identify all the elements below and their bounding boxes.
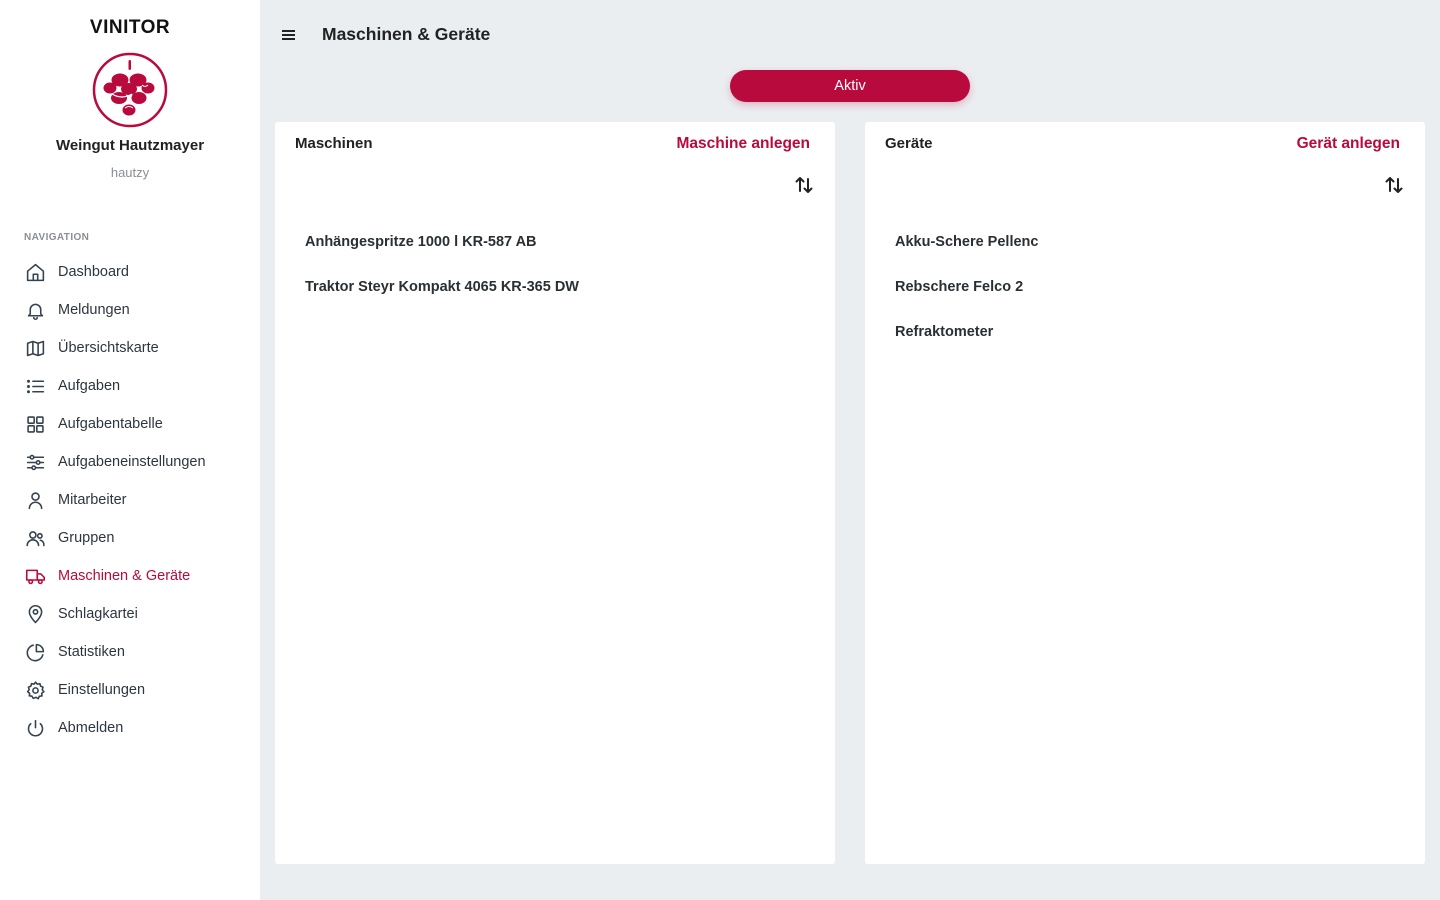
map-pin-icon [24, 603, 46, 625]
page-title: Maschinen & Geräte [322, 24, 491, 44]
nav-heading: NAVIGATION [24, 232, 90, 243]
sidebar-item-maschinen-geraete[interactable]: Maschinen & Geräte [0, 557, 260, 595]
sidebar-item-aufgaben[interactable]: Aufgaben [0, 367, 260, 405]
sidebar-nav: Dashboard Meldungen Übersichtskarte Aufg… [0, 253, 260, 747]
machine-list-item[interactable]: Anhängespritze 1000 l KR-587 AB [305, 230, 579, 275]
sidebar-item-label: Maschinen & Geräte [58, 568, 191, 584]
sidebar-item-label: Statistiken [58, 644, 125, 660]
truck-icon [24, 565, 46, 587]
user-icon [24, 489, 46, 511]
machines-card: Maschinen Maschine anlegen Anhängespritz… [275, 122, 835, 864]
devices-card: Geräte Gerät anlegen Akku-Schere Pellenc… [865, 122, 1425, 864]
sidebar-item-schlagkartei[interactable]: Schlagkartei [0, 595, 260, 633]
sidebar-item-label: Aufgabentabelle [58, 416, 163, 432]
sidebar: VINITOR Weingut Hautzmayer hautzy NAVIGA… [0, 0, 260, 900]
pie-chart-icon [24, 641, 46, 663]
machines-list: Anhängespritze 1000 l KR-587 AB Traktor … [305, 230, 579, 320]
organization-name: Weingut Hautzmayer [55, 137, 205, 154]
sidebar-item-label: Gruppen [58, 530, 115, 546]
machine-list-item[interactable]: Traktor Steyr Kompakt 4065 KR-365 DW [305, 275, 579, 320]
add-device-button[interactable]: Gerät anlegen [1297, 135, 1400, 153]
home-icon [24, 261, 46, 283]
device-list-item[interactable]: Rebschere Felco 2 [895, 275, 1038, 320]
gear-icon [24, 679, 46, 701]
organization-handle: hautzy [110, 165, 150, 180]
hamburger-menu-button[interactable] [280, 26, 298, 44]
power-icon [24, 717, 46, 739]
sidebar-item-label: Aufgaben [58, 378, 121, 394]
sidebar-item-label: Aufgabeneinstellungen [58, 454, 206, 470]
sidebar-item-label: Einstellungen [58, 682, 146, 698]
sort-icon [1383, 177, 1405, 200]
sliders-icon [24, 451, 46, 473]
users-icon [24, 527, 46, 549]
sidebar-item-statistiken[interactable]: Statistiken [0, 633, 260, 671]
hamburger-icon [280, 28, 298, 42]
winery-logo [92, 52, 168, 128]
sidebar-item-mitarbeiter[interactable]: Mitarbeiter [0, 481, 260, 519]
sidebar-item-meldungen[interactable]: Meldungen [0, 291, 260, 329]
device-list-item[interactable]: Refraktometer [895, 320, 1038, 365]
sort-devices-button[interactable] [1383, 174, 1405, 196]
sort-machines-button[interactable] [793, 174, 815, 196]
brand-name: VINITOR [89, 17, 171, 38]
grid-icon [24, 413, 46, 435]
add-machine-button[interactable]: Maschine anlegen [676, 135, 810, 153]
sidebar-item-uebersichtskarte[interactable]: Übersichtskarte [0, 329, 260, 367]
sort-icon [793, 177, 815, 200]
sidebar-item-label: Mitarbeiter [58, 492, 127, 508]
sidebar-item-abmelden[interactable]: Abmelden [0, 709, 260, 747]
machines-title: Maschinen [295, 135, 373, 152]
sidebar-item-aufgabeneinstellungen[interactable]: Aufgabeneinstellungen [0, 443, 260, 481]
sidebar-item-label: Abmelden [58, 720, 124, 736]
sidebar-item-label: Übersichtskarte [58, 340, 159, 356]
sidebar-item-label: Schlagkartei [58, 606, 138, 622]
devices-title: Geräte [885, 135, 933, 152]
devices-list: Akku-Schere Pellenc Rebschere Felco 2 Re… [895, 230, 1038, 365]
sidebar-item-label: Meldungen [58, 302, 130, 318]
sidebar-item-einstellungen[interactable]: Einstellungen [0, 671, 260, 709]
sidebar-item-label: Dashboard [58, 264, 129, 280]
sidebar-item-dashboard[interactable]: Dashboard [0, 253, 260, 291]
bell-icon [24, 299, 46, 321]
status-filter-active[interactable]: Aktiv [730, 70, 970, 102]
map-icon [24, 337, 46, 359]
list-icon [24, 375, 46, 397]
sidebar-item-aufgabentabelle[interactable]: Aufgabentabelle [0, 405, 260, 443]
device-list-item[interactable]: Akku-Schere Pellenc [895, 230, 1038, 275]
sidebar-item-gruppen[interactable]: Gruppen [0, 519, 260, 557]
